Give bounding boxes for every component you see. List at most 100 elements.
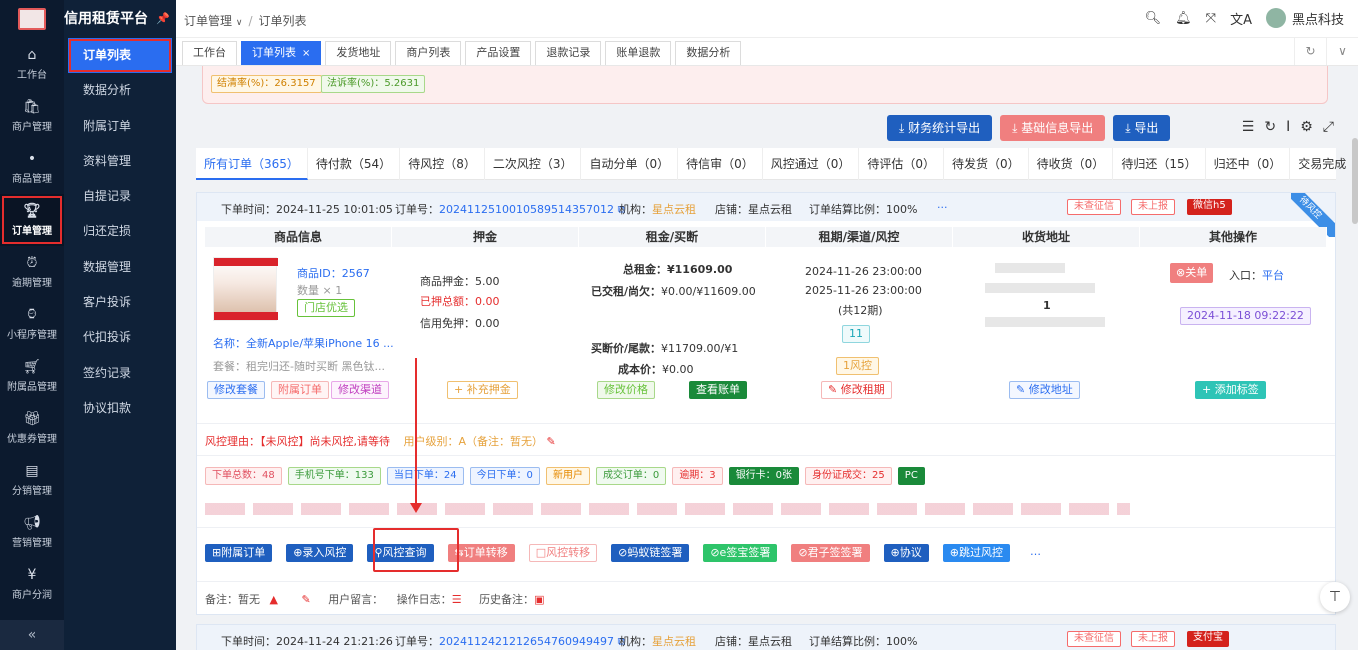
rail-item[interactable]: • 商品管理 <box>0 142 64 194</box>
risk-transfer-button[interactable]: □风控转移 <box>528 544 598 562</box>
edit-price-button[interactable]: 修改价格 <box>597 381 655 399</box>
enter-risk-button[interactable]: ⊕录入风控 <box>286 544 354 562</box>
sub-order-op-button[interactable]: ⊞附属订单 <box>205 544 273 562</box>
counter-badge: 手机号下单：133 <box>287 467 381 485</box>
back-to-top-icon[interactable]: ⊤ <box>1320 582 1350 612</box>
submenu-item[interactable]: 自提记录 <box>64 179 176 214</box>
esign-button[interactable]: ⊘e签宝签署 <box>703 544 778 562</box>
sub-order-button[interactable]: 附属订单 <box>271 381 329 399</box>
search-icon[interactable]: 🔍︎ <box>1145 11 1162 26</box>
order-number[interactable]: 20241124212126547609494​97 <box>439 635 614 648</box>
status-tab[interactable]: 待归还（15） <box>1113 148 1206 180</box>
page-tab[interactable]: 发货地址 <box>325 41 392 65</box>
translate-icon[interactable]: 文A <box>1230 9 1252 28</box>
supply-deposit-button[interactable]: + 补充押金 <box>447 381 518 399</box>
collapse-icon[interactable]: « <box>0 620 64 650</box>
status-tab[interactable]: 所有订单（365） <box>196 148 308 180</box>
add-tag-button[interactable]: + 添加标签 <box>1195 381 1266 399</box>
rail-item[interactable]: ¥ 商户分润 <box>0 558 64 610</box>
fullscreen-icon[interactable]: ⤧ <box>1206 11 1216 26</box>
edit-address-button[interactable]: ✎ 修改地址 <box>1009 381 1080 399</box>
caret-up-icon[interactable]: ▲ <box>270 593 278 606</box>
entry-label: 入口：平台 <box>1229 269 1284 282</box>
rail-item-label: 商品管理 <box>12 174 52 185</box>
username[interactable]: 黑点科技 <box>1292 9 1344 28</box>
rail-item[interactable]: ▤ 分销管理 <box>0 454 64 506</box>
status-tab[interactable]: 二次风控（3） <box>485 148 582 180</box>
submenu-item[interactable]: 协议扣款 <box>64 391 176 426</box>
submenu-item[interactable]: 签约记录 <box>64 356 176 391</box>
rail-item[interactable]: ⌂ 工作台 <box>0 38 64 90</box>
rail-item[interactable]: ⌚︎ 小程序管理 <box>0 298 64 350</box>
status-tab[interactable]: 待收货（0） <box>1029 148 1114 180</box>
rail-item[interactable]: 🎁︎ 优惠券管理 <box>0 402 64 454</box>
status-tab[interactable]: 风控通过（0） <box>763 148 860 180</box>
submenu-item[interactable]: 订单列表 <box>68 38 172 74</box>
status-tab[interactable]: 待发货（0） <box>944 148 1029 180</box>
submenu-item[interactable]: 附属订单 <box>64 109 176 144</box>
edit-period-button[interactable]: ✎ 修改租期 <box>821 381 892 399</box>
skip-risk-button[interactable]: ⊕跳过风控 <box>942 544 1010 562</box>
product-name[interactable]: 名称：全新Apple/苹果iPhone 16 ... <box>213 335 394 351</box>
agreement-button[interactable]: ⊕协议 <box>883 544 929 562</box>
submenu-item[interactable]: 资料管理 <box>64 144 176 179</box>
edit-icon[interactable]: ✎ <box>301 593 310 606</box>
page-tab[interactable]: 产品设置 <box>465 41 532 65</box>
close-icon[interactable]: × <box>302 48 310 59</box>
rail-item[interactable]: 📢︎ 营销管理 <box>0 506 64 558</box>
status-tab[interactable]: 待风控（8） <box>400 148 485 180</box>
rail-item[interactable]: 🛒︎ 附属品管理 <box>0 350 64 402</box>
pin-icon[interactable]: 📌 <box>156 0 170 38</box>
basic-export-button[interactable]: ⤓ 基础信息导出 <box>1000 115 1106 141</box>
page-tab[interactable]: 账单退款 <box>605 41 672 65</box>
edit-channel-button[interactable]: 修改渠道 <box>331 381 389 399</box>
lawsuit-rate: 法诉率(%)：5.2631 <box>321 75 426 93</box>
submenu-item[interactable]: 数据分析 <box>64 73 176 108</box>
product-image[interactable] <box>213 257 278 321</box>
column-height-icon[interactable]: Ⅰ <box>1286 119 1290 135</box>
order-number[interactable]: 20241125100105895143570​12 <box>439 203 614 216</box>
status-tab[interactable]: 待评估（0） <box>859 148 945 180</box>
scrollbar[interactable] <box>1352 138 1358 224</box>
list-icon[interactable]: ☰ <box>452 593 462 606</box>
bell-icon[interactable]: 🔔︎ <box>1175 11 1192 26</box>
history-icon[interactable]: ▣ <box>534 593 544 606</box>
page-tab[interactable]: 订单列表 × <box>241 41 322 65</box>
export-actions: ⤓ 财务统计导出 ⤓ 基础信息导出 ⤓ 导出 <box>887 115 1171 141</box>
status-tab[interactable]: 交易完成 <box>1290 148 1356 180</box>
tab-label: 账单退款 <box>616 46 661 59</box>
status-tab[interactable]: 自动分单（0） <box>581 148 679 180</box>
close-order-button[interactable]: ⊗关单 <box>1170 263 1214 283</box>
page-tab[interactable]: 退款记录 <box>535 41 602 65</box>
submenu-item[interactable]: 数据管理 <box>64 250 176 285</box>
status-tab[interactable]: 待信审（0） <box>678 148 763 180</box>
page-tab[interactable]: 数据分析 <box>675 41 742 65</box>
page-tab[interactable]: 工作台 <box>182 41 237 65</box>
breadcrumb-item[interactable]: 订单管理 <box>184 14 232 28</box>
rail-item[interactable]: 🏆︎ 订单管理 <box>0 194 64 246</box>
rail-item[interactable]: ⏰︎ 逾期管理 <box>0 246 64 298</box>
avatar[interactable] <box>1265 8 1286 28</box>
submenu-item[interactable]: 代扣投诉 <box>64 320 176 355</box>
gear-icon[interactable]: ⚙ <box>1300 119 1313 135</box>
more-icon[interactable]: ··· <box>937 201 948 214</box>
junzi-sign-button[interactable]: ⊘君子签签署 <box>791 544 870 562</box>
chevron-down-icon[interactable]: ∨ <box>1326 38 1358 65</box>
refresh-icon[interactable]: ↻ <box>1294 38 1326 65</box>
status-tab[interactable]: 归还中（0） <box>1206 148 1291 180</box>
finance-export-button[interactable]: ⤓ 财务统计导出 <box>887 115 993 141</box>
refresh-icon[interactable]: ↻ <box>1264 119 1276 135</box>
edit-icon[interactable]: ✎ <box>547 435 556 448</box>
antchain-sign-button[interactable]: ⊘蚂蚁链签署 <box>611 544 690 562</box>
view-bill-button[interactable]: 查看账单 <box>689 381 747 399</box>
rail-item[interactable]: 🛍︎ 商户管理 <box>0 90 64 142</box>
submenu-item[interactable]: 归还定损 <box>64 214 176 249</box>
expand-icon[interactable]: ⤢ <box>1323 119 1334 135</box>
menu-fold-icon[interactable]: ☰ <box>1242 119 1255 135</box>
edit-package-button[interactable]: 修改套餐 <box>207 381 265 399</box>
more-icon[interactable]: … <box>1024 544 1047 562</box>
page-tab[interactable]: 商户列表 <box>395 41 462 65</box>
submenu-item[interactable]: 客户投诉 <box>64 285 176 320</box>
export-button[interactable]: ⤓ 导出 <box>1113 115 1171 141</box>
status-tab[interactable]: 待付款（54） <box>308 148 401 180</box>
